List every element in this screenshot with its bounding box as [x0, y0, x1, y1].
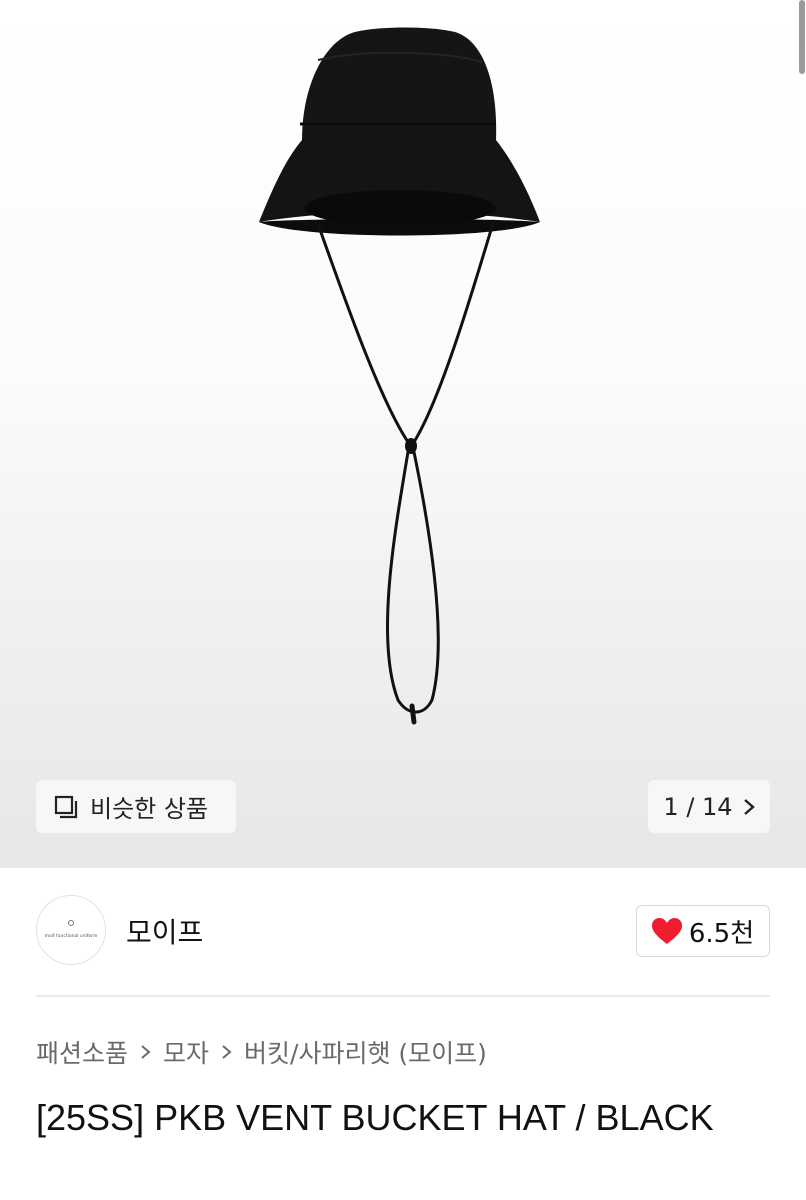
chevron-right-icon	[222, 1045, 232, 1059]
similar-items-button[interactable]: 비슷한 상품	[36, 780, 236, 833]
seller-avatar[interactable]: moif functional uniform	[36, 895, 106, 965]
image-counter-button[interactable]: 1 / 14	[648, 780, 770, 833]
divider	[36, 995, 770, 997]
seller-logo: moif functional uniform	[45, 920, 98, 939]
product-gallery[interactable]: 비슷한 상품 1 / 14	[0, 0, 806, 868]
chevron-right-icon	[743, 798, 755, 815]
seller-row: moif functional uniform 모이프 6.5천	[36, 895, 770, 969]
breadcrumb-item-hats[interactable]: 모자	[163, 1034, 209, 1070]
scrollbar[interactable]	[799, 0, 805, 74]
product-title: [25SS] PKB VENT BUCKET HAT / BLACK	[36, 1097, 714, 1138]
like-count: 6.5천	[688, 918, 755, 949]
similar-items-label: 비슷한 상품	[90, 795, 209, 823]
breadcrumb-item-bucket-safari-hat[interactable]: 버킷/사파리햇 (모이프)	[244, 1034, 487, 1070]
like-button[interactable]: 6.5천	[636, 905, 770, 957]
breadcrumb: 패션소품 모자 버킷/사파리햇 (모이프)	[36, 1034, 487, 1070]
heart-icon	[651, 917, 682, 944]
product-image[interactable]	[0, 0, 806, 868]
breadcrumb-item-fashion-accessories[interactable]: 패션소품	[36, 1034, 128, 1070]
chevron-right-icon	[141, 1045, 151, 1059]
seller-name[interactable]: 모이프	[126, 911, 203, 951]
image-counter: 1 / 14	[663, 792, 733, 821]
similar-items-icon	[54, 795, 78, 818]
svg-text:moif functional uniform: moif functional uniform	[45, 933, 98, 939]
